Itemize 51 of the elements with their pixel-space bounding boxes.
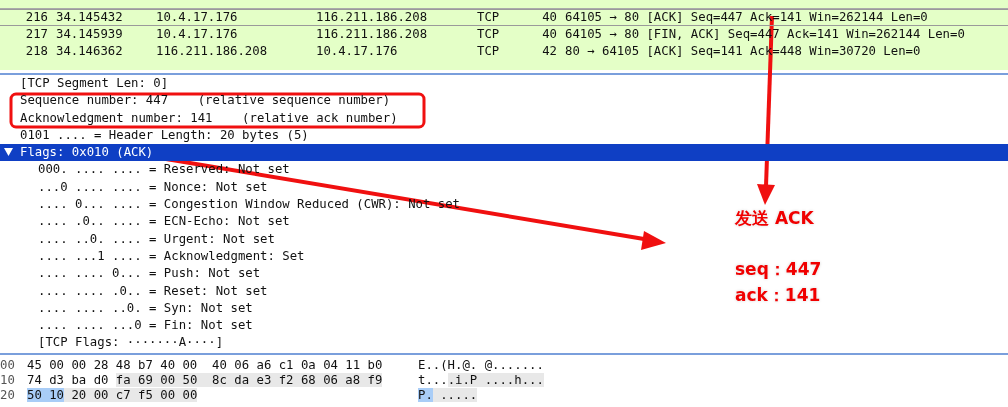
ascii-bytes: .i.P ....h...	[447, 373, 544, 387]
detail-row[interactable]: .... .... ...0 = Fin: Not set	[0, 317, 253, 335]
packet-time: 34.146362	[56, 43, 124, 60]
packet-destination: 10.4.17.176	[316, 43, 399, 60]
detail-row[interactable]: [TCP Flags: ·······A····]	[0, 334, 224, 352]
hex-offset: 10	[0, 373, 16, 388]
annotation-text: ack：141	[735, 284, 822, 307]
packet-time: 34.145939	[56, 26, 124, 43]
detail-row[interactable]: Sequence number: 447 (relative sequence number)	[0, 92, 391, 110]
detail-row[interactable]: .... .... 0... = Push: Not set	[0, 265, 261, 283]
detail-row[interactable]: .... .... .0.. = Reset: Not set	[0, 282, 268, 300]
hex-bytes: 50 10	[27, 388, 65, 402]
ascii-bytes: t...	[418, 373, 448, 387]
ascii-bytes: .....	[432, 388, 478, 402]
detail-row[interactable]: .... .... ..0. = Syn: Not set	[0, 299, 253, 318]
packet-number: 216	[24, 10, 48, 25]
hex-offset: 00	[0, 358, 16, 373]
detail-row[interactable]: .... ..0. .... = Urgent: Not set	[0, 230, 275, 248]
packet-source: 10.4.17.176	[156, 26, 239, 43]
packet-number: 217	[24, 26, 48, 43]
hex-bytes: 74 d3 ba d0	[27, 373, 110, 387]
detail-row[interactable]: .... .0.. .... = ECN-Echo: Not set	[0, 213, 290, 231]
packet-destination: 116.211.186.208	[316, 10, 429, 25]
packet-protocol: TCP	[477, 43, 501, 60]
hex-bytes: 45 00 00 28 48 b7 40 00 40 06 a6 c1 0a 04 11 b0	[27, 358, 383, 372]
packet-protocol: TCP	[477, 10, 501, 25]
hex-bytes: fa 69 00 50 8c da e3 f2 68 06 a8 f9	[115, 373, 383, 387]
packet-destination: 116.211.186.208	[316, 26, 429, 43]
detail-row[interactable]: Acknowledgment number: 141 (relative ack number)	[0, 109, 398, 127]
packet-protocol: TCP	[477, 26, 501, 43]
packet-info: 64105 → 80 [ACK] Seq=447 Ack=141 Win=262144 Len=0	[565, 10, 928, 25]
ascii-bytes: P.	[418, 388, 433, 402]
packet-number: 218	[24, 43, 48, 60]
expand-triangle-icon[interactable]	[4, 148, 13, 157]
packet-length: 40	[541, 10, 557, 25]
detail-row[interactable]: 0101 .... = Header Length: 20 bytes (5)	[0, 126, 309, 145]
packet-time: 34.145432	[56, 10, 124, 25]
ascii-bytes: E..(H.@. @.......	[418, 358, 544, 372]
packet-length: 42	[541, 43, 557, 60]
packet-source: 116.211.186.208	[156, 43, 269, 60]
detail-row[interactable]: .... ...1 .... = Acknowledgment: Set	[0, 247, 305, 266]
hex-offset: 20	[0, 388, 16, 403]
detail-row[interactable]: [TCP Segment Len: 0]	[0, 75, 169, 93]
annotation-text: seq：447	[735, 258, 822, 281]
detail-row[interactable]: Flags: 0x010 (ACK)	[0, 144, 1008, 162]
hex-bytes: 20 00 c7 f5 00 00	[64, 388, 198, 402]
annotation-title: 发送 ACK	[735, 207, 815, 230]
packet-length: 40	[541, 26, 557, 43]
packet-source: 10.4.17.176	[156, 10, 239, 25]
packet-row[interactable]: 216 34.145432 10.4.17.176 116.211.186.208 TCP 40 64105 → 80 [ACK] Seq=447 Ack=141 Win=262144 Len=0	[0, 9, 1008, 26]
detail-row[interactable]: ...0 .... .... = Nonce: Not set	[0, 178, 268, 197]
